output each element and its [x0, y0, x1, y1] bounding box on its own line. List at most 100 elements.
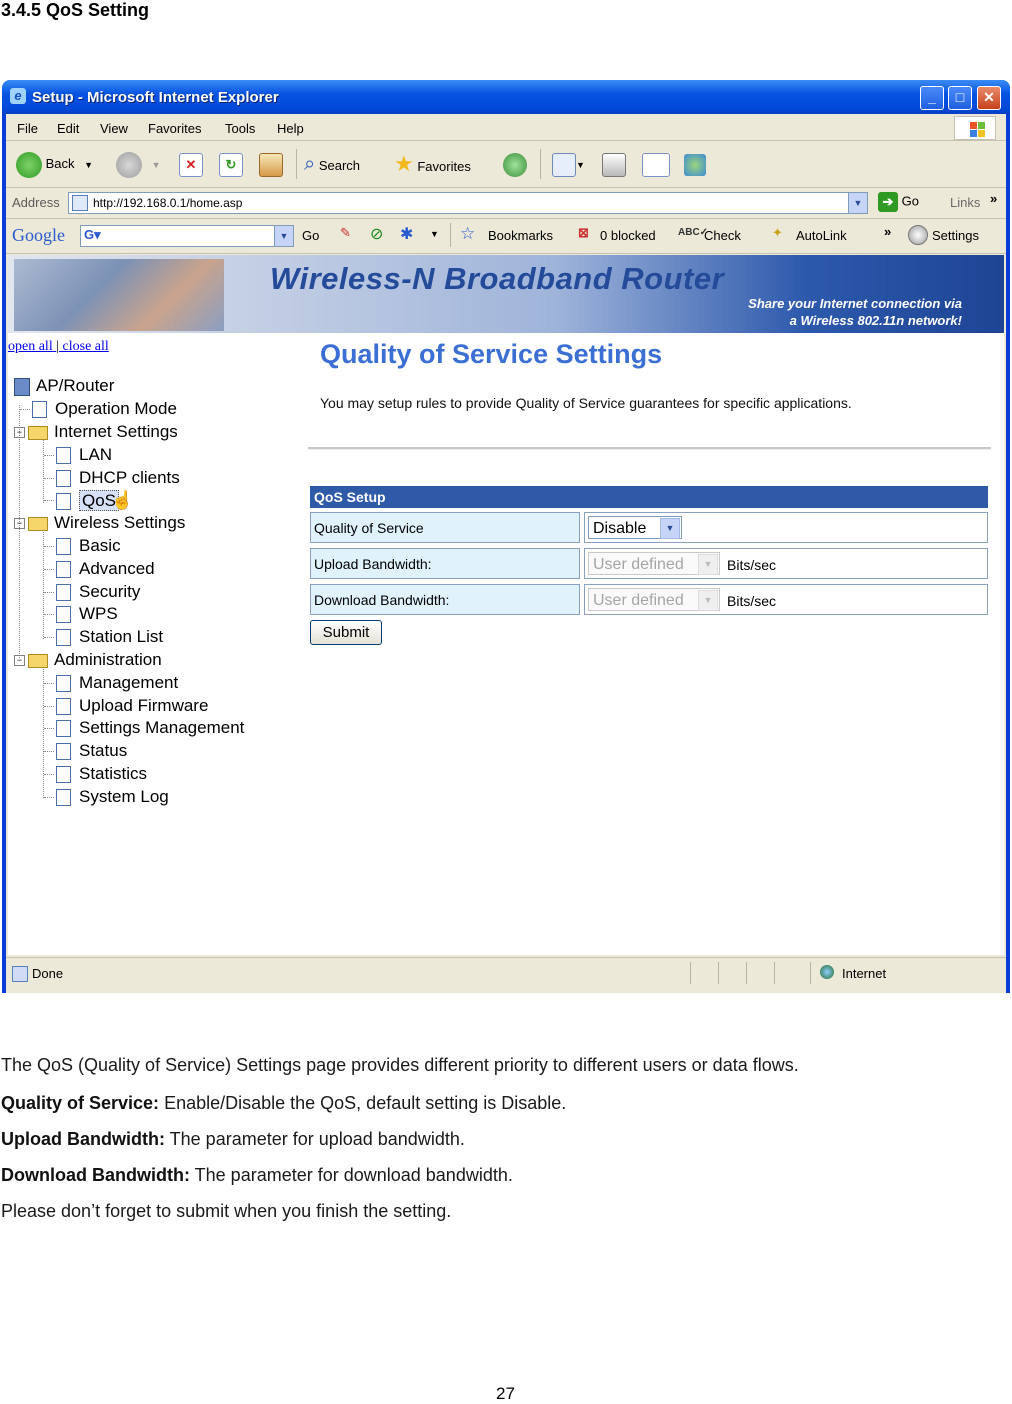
tree-item-label: Upload Firmware [79, 696, 209, 715]
menu-favorites[interactable]: Favorites [148, 121, 201, 136]
back-dropdown-icon[interactable]: ▼ [84, 160, 93, 170]
address-input[interactable]: http://192.168.0.1/home.asp ▼ [68, 192, 868, 214]
chevron-icon[interactable]: » [990, 191, 997, 206]
tree-line [44, 569, 54, 570]
tree-line [44, 500, 54, 501]
tree-item-upload-firmware[interactable]: Upload Firmware [44, 695, 208, 717]
folder-icon [28, 653, 48, 668]
more-chevron-icon[interactable]: » [884, 224, 891, 239]
menu-edit[interactable]: Edit [57, 121, 79, 136]
settings-button[interactable]: Settings [932, 228, 979, 243]
page-done-icon [12, 966, 28, 982]
tree-item-qos[interactable]: QoS☝ [44, 489, 133, 511]
google-dropdown-icon[interactable]: ▼ [274, 226, 293, 246]
refresh-button[interactable]: ↻ [219, 150, 243, 178]
tree-item-dhcp-clients[interactable]: DHCP clients [44, 467, 180, 489]
tree-root[interactable]: AP/Router [14, 375, 114, 397]
search-button[interactable]: ⌕ Search [304, 150, 360, 178]
term: Download Bandwidth: [1, 1165, 190, 1185]
menu-view[interactable]: View [100, 121, 128, 136]
puzzle-icon[interactable]: ✱ [400, 224, 413, 244]
upload-select-value: User defined [593, 556, 684, 573]
go-button[interactable]: ➔ Go [878, 192, 919, 212]
back-button[interactable]: Back ▼ [16, 150, 93, 178]
google-search-input[interactable]: G▾ ▼ [80, 225, 294, 247]
address-dropdown-icon[interactable]: ▼ [848, 193, 867, 213]
home-icon [259, 152, 283, 177]
check-button[interactable]: Check [704, 228, 741, 243]
history-icon [503, 152, 527, 177]
tree-item-lan[interactable]: LAN [44, 444, 112, 466]
history-button[interactable] [503, 150, 527, 178]
maximize-button[interactable]: □ [948, 86, 972, 110]
google-g-icon: G▾ [84, 227, 101, 242]
download-bandwidth-select[interactable]: User defined ▼ [588, 588, 720, 611]
tree-item-label: Basic [79, 536, 121, 555]
qos-enable-select[interactable]: Disable ▼ [588, 516, 682, 539]
back-label: Back [45, 156, 75, 171]
tree-line [44, 774, 54, 775]
tree-item-label: Security [79, 582, 141, 601]
tree-item-advanced[interactable]: Advanced [44, 558, 155, 580]
google-logo[interactable]: Google [12, 225, 65, 246]
collapse-icon[interactable]: − [14, 655, 25, 667]
tree-item-label: Status [79, 741, 128, 760]
menu-tools[interactable]: Tools [225, 121, 255, 136]
page-icon [56, 698, 71, 716]
tree-folder-administration[interactable]: − Administration [14, 649, 162, 671]
forward-button[interactable]: ▼ [116, 150, 161, 178]
blocked-count[interactable]: 0 blocked [600, 228, 656, 243]
page-number: 27 [496, 1384, 515, 1403]
upload-bandwidth-select[interactable]: User defined ▼ [588, 552, 720, 575]
tree-item-station-list[interactable]: Station List [44, 626, 163, 648]
print-button[interactable] [602, 150, 626, 178]
tree-folder-label: Administration [54, 650, 162, 669]
tree-line [44, 683, 54, 684]
window-client: File Edit View Favorites Tools Help Back… [6, 114, 1006, 993]
refresh-icon: ↻ [219, 152, 243, 177]
home-button[interactable] [259, 150, 283, 178]
submit-button[interactable]: Submit [310, 620, 382, 645]
chevron-down-icon[interactable]: ▼ [660, 518, 680, 539]
term: Quality of Service: [1, 1093, 160, 1113]
tree-item-status[interactable]: Status [44, 740, 127, 762]
stop-button[interactable]: ✕ [179, 150, 203, 178]
tree-line [44, 546, 54, 547]
minimize-button[interactable]: _ [920, 86, 944, 110]
links-label[interactable]: Links [950, 195, 980, 210]
tree-item-settings-management[interactable]: Settings Management [44, 717, 244, 739]
mail-dropdown-icon[interactable]: ▼ [576, 160, 585, 170]
edit-button[interactable] [642, 150, 670, 178]
tree-item-basic[interactable]: Basic [44, 535, 121, 557]
google-go-button[interactable]: Go [302, 228, 319, 243]
menu-file[interactable]: File [17, 121, 38, 136]
tree-folder-wireless-settings[interactable]: − Wireless Settings [14, 512, 185, 534]
tree-item-wps[interactable]: WPS [44, 603, 118, 625]
collapse-icon[interactable]: − [14, 427, 25, 439]
mail-button[interactable]: ▼ [552, 150, 585, 178]
menu-help[interactable]: Help [277, 121, 304, 136]
tree-item-security[interactable]: Security [44, 581, 140, 603]
nav-tree: AP/Router Operation Mode − Internet Setti… [8, 255, 298, 955]
news-icon[interactable]: ✎ [340, 225, 351, 241]
divider [308, 447, 991, 450]
tree-item-system-log[interactable]: System Log [44, 786, 169, 808]
qos-row-value: Disable ▼ [584, 512, 988, 543]
bookmarks-button[interactable]: Bookmarks [488, 228, 553, 243]
options-dropdown-icon[interactable]: ▼ [430, 229, 439, 239]
title-bar[interactable]: e Setup - Microsoft Internet Explorer _ … [2, 80, 1010, 114]
favorites-button[interactable]: ★ Favorites [394, 150, 471, 178]
tree-item-label: System Log [79, 787, 169, 806]
hand-cursor-icon: ☝ [111, 490, 134, 510]
tree-item-statistics[interactable]: Statistics [44, 763, 147, 785]
page-icon [56, 447, 71, 465]
tree-folder-internet-settings[interactable]: − Internet Settings [14, 421, 178, 443]
tree-item-management[interactable]: Management [44, 672, 178, 694]
collapse-icon[interactable]: − [14, 518, 25, 530]
spell-icon[interactable]: ⊘ [370, 224, 383, 244]
close-button[interactable]: ✕ [977, 86, 1001, 110]
autolink-button[interactable]: AutoLink [796, 228, 847, 243]
tree-item-operation-mode[interactable]: Operation Mode [20, 398, 177, 420]
address-url[interactable]: http://192.168.0.1/home.asp [93, 196, 242, 210]
messenger-button[interactable] [684, 150, 706, 178]
